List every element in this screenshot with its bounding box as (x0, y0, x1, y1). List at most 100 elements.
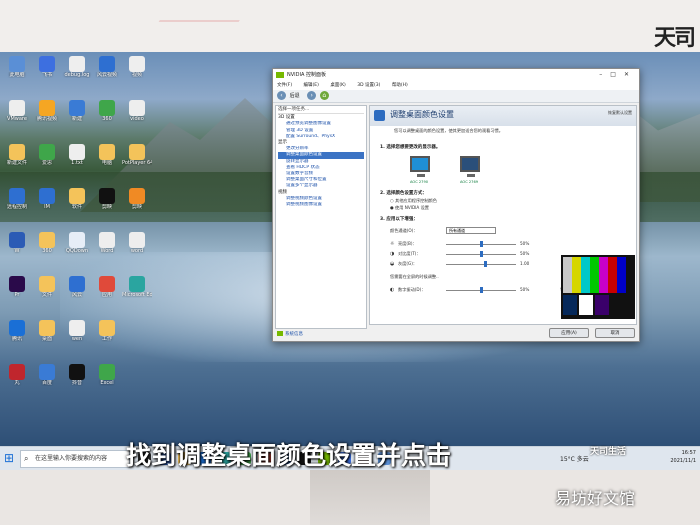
back-arrow-icon[interactable]: ‹ (277, 91, 286, 100)
channel-select[interactable]: 所有通道 (446, 227, 496, 234)
color-reference-image (561, 255, 635, 319)
app-icon (39, 320, 55, 336)
window-title: NVIDIA 控制面板 (287, 72, 326, 78)
home-icon[interactable]: ⌂ (319, 91, 329, 100)
desktop-icon-label: 腾讯 (11, 336, 22, 342)
channel-label: 颜色通道(O)： (390, 228, 418, 233)
weather-widget[interactable]: 15°C 多云 (560, 454, 589, 463)
desktop-icon[interactable]: 剪映 (92, 188, 122, 222)
clock-time: 16:57 (681, 450, 696, 456)
desktop-icon[interactable]: 工作 (92, 320, 122, 354)
desktop-icon[interactable]: 丸 (2, 364, 32, 398)
nvidia-control-panel-window[interactable]: NVIDIA 控制面板 –□✕ 文件(F) 编辑(E) 桌面(K) 3D 设置(… (272, 68, 640, 342)
desktop-icon[interactable]: 文件 (32, 276, 62, 310)
desktop-icon-label: 新建文件 (6, 160, 27, 166)
system-clock[interactable]: 16:57 2021/11/1 (670, 449, 696, 465)
hint-note: 您需要在全屏的时候调整.. (390, 274, 439, 279)
desktop-icon[interactable]: 腾讯 (2, 320, 32, 354)
monitor-screen: 此电脑 VMware 新建文件 远程控制 W Pr 腾讯丸飞书 腾讯视频 爱思 IM 360 文件 桌面… (0, 52, 700, 470)
slider-thumb[interactable] (480, 241, 483, 247)
desktop-icon[interactable]: 腾讯视频 (32, 100, 62, 134)
desktop-icon[interactable]: word (122, 232, 152, 266)
monitor-1-icon[interactable] (410, 156, 430, 177)
desktop-icon[interactable]: 抖音 (62, 364, 92, 398)
windows-start-icon[interactable]: ⊞ (0, 451, 18, 467)
desktop-icon[interactable]: 爱思 (32, 144, 62, 178)
desktop-icon[interactable]: video (122, 100, 152, 134)
desktop-icon[interactable]: 1.txt (62, 144, 92, 178)
menu-file[interactable]: 文件(F) (277, 83, 292, 88)
app-icon (9, 144, 25, 160)
slider-thumb[interactable] (483, 261, 487, 267)
tree-item[interactable]: 调整视频图像设置 (278, 202, 364, 208)
desktop-icon-label: 应用 (101, 292, 112, 298)
desktop-icon[interactable]: 此电脑 (2, 56, 32, 90)
desktop-icon[interactable]: 电脑 (92, 144, 122, 178)
desktop-icon[interactable]: 新建 (62, 100, 92, 134)
monitor-2-icon[interactable] (460, 156, 480, 177)
digital-vibrance-thumb[interactable] (480, 287, 483, 293)
desktop-icon[interactable]: IM (32, 188, 62, 222)
slider-icon: ◑ (390, 251, 395, 257)
desktop-icon[interactable]: 360 (92, 100, 122, 134)
back-label[interactable]: 后退 (290, 93, 300, 99)
slider-track[interactable] (446, 264, 516, 265)
desktop-icon[interactable]: 风云 (62, 276, 92, 310)
desktop-icon[interactable]: 软件 (62, 188, 92, 222)
app-icon (69, 364, 85, 380)
window-controls[interactable]: –□✕ (599, 69, 637, 81)
system-info-link[interactable]: 系统信息 (277, 331, 303, 337)
corner-logo: 天司 (653, 26, 696, 51)
desktop-icon-label: 电脑 (101, 160, 112, 166)
desktop-icon[interactable]: 风云视频 (92, 56, 122, 90)
desktop-icon[interactable]: Pr (2, 276, 32, 310)
slider-thumb[interactable] (480, 251, 483, 257)
desktop-icon[interactable]: debug.log (62, 56, 92, 90)
slider-icon: ☼ (390, 241, 395, 247)
desktop-icon-label: video (130, 116, 144, 122)
app-icon (9, 276, 25, 292)
menu-help[interactable]: 帮助(H) (392, 83, 408, 88)
window-titlebar[interactable]: NVIDIA 控制面板 –□✕ (273, 69, 639, 81)
desktop-icon[interactable]: 百度 (32, 364, 62, 398)
desktop-icon-label: QQDown (65, 248, 89, 254)
desktop-icon[interactable]: 应用 (92, 276, 122, 310)
slider-label: 亮度(B)： (398, 241, 417, 246)
wall-background (0, 0, 700, 56)
digital-vibrance-row[interactable]: ◐ 数字振动(D)： 50% (390, 286, 540, 294)
menu-3d-settings[interactable]: 3D 设置(3) (357, 83, 380, 88)
app-icon (69, 232, 85, 248)
desktop-icon[interactable]: Word (92, 232, 122, 266)
desktop-icon[interactable]: PotPlayer 64 bit (122, 144, 152, 178)
desktop-icon[interactable]: W (2, 232, 32, 266)
desktop-icon-label: 视频 (131, 72, 142, 78)
desktop-icon[interactable]: VMware (2, 100, 32, 134)
slider-row[interactable]: ☼ 亮度(B)： 50% (390, 240, 540, 248)
desktop-icon[interactable]: Excel (92, 364, 122, 398)
desktop-icon[interactable]: Microsoft Edge (122, 276, 152, 310)
app-icon (9, 364, 25, 380)
desktop-icon[interactable]: 360 (32, 232, 62, 266)
desktop-icon[interactable]: 视频 (122, 56, 152, 90)
forward-arrow-icon[interactable]: › (307, 91, 317, 100)
slider-row[interactable]: ◒ 灰度(G)： 1.00 (390, 260, 540, 268)
desktop-icon-label: 抖音 (71, 380, 82, 386)
desktop-icon[interactable]: 桌面 (32, 320, 62, 354)
taskbar-search-input[interactable]: ⌕ 在这里输入你要搜索的内容 (20, 450, 130, 468)
radio-other-apps[interactable]: ○ 其他应用程序控制颜色 (390, 198, 437, 204)
desktop-icon[interactable]: 新建文件 (2, 144, 32, 178)
slider-row[interactable]: ◑ 对比度(T)： 50% (390, 250, 540, 258)
restore-defaults-link[interactable]: 恢复默认设置 (608, 110, 632, 116)
desktop-icon[interactable]: wen (62, 320, 92, 354)
desktop-icon[interactable]: 剪映 (122, 188, 152, 222)
apply-button[interactable]: 应用(A) (549, 328, 589, 338)
desktop-icon-label: 桌面 (41, 336, 52, 342)
desktop-icon[interactable]: 飞书 (32, 56, 62, 90)
desktop-icon[interactable]: 远程控制 (2, 188, 32, 222)
cancel-button[interactable]: 取消 (595, 328, 635, 338)
radio-use-nvidia[interactable]: ● 使用 NVIDIA 设置 (390, 205, 429, 211)
desktop-icon-label: Word (100, 248, 114, 254)
desktop-icon[interactable]: QQDown (62, 232, 92, 266)
menu-desktop[interactable]: 桌面(K) (330, 83, 345, 88)
menu-edit[interactable]: 编辑(E) (304, 83, 319, 88)
